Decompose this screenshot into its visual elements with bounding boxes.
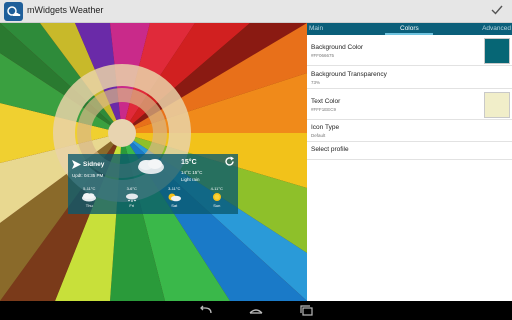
setting-value: Default	[311, 133, 326, 138]
setting-text-color[interactable]: Text Color #FFF1EEC9	[307, 89, 512, 120]
sun-icon	[212, 193, 221, 201]
setting-select-profile[interactable]: Select profile	[307, 142, 512, 160]
app-title: mWidgets Weather	[27, 5, 104, 15]
setting-background-color[interactable]: Background Color #FF066675	[307, 35, 512, 66]
tab-advanced[interactable]: Advanced	[482, 25, 511, 32]
widget-temp-range: 14°C 15°C	[181, 170, 203, 175]
app-logo-icon	[4, 2, 23, 21]
tab-main[interactable]: Main	[309, 25, 323, 32]
setting-icon-type[interactable]: Icon Type Default	[307, 120, 512, 142]
back-icon[interactable]	[198, 305, 214, 316]
setting-title: Background Transparency	[311, 71, 387, 78]
snow-cloud-icon	[125, 193, 138, 202]
setting-title: Text Color	[311, 98, 341, 105]
refresh-icon[interactable]	[224, 156, 235, 167]
check-icon[interactable]	[490, 3, 504, 17]
setting-background-transparency[interactable]: Background Transparency 73%	[307, 67, 512, 89]
action-bar: mWidgets Weather	[0, 0, 512, 23]
location-arrow-icon	[72, 160, 81, 169]
forecast-day-name: Sun	[213, 203, 221, 208]
weather-widget-preview[interactable]: Sidney Updt: 04:35 PM 15°C 14°C 15°C Lig…	[68, 154, 238, 214]
home-icon[interactable]	[248, 305, 264, 316]
forecast-day: 3-11°C Sat	[153, 185, 196, 212]
setting-title: Icon Type	[311, 124, 340, 131]
recent-apps-icon[interactable]	[299, 305, 315, 316]
setting-value: 73%	[311, 80, 321, 85]
setting-title: Background Color	[311, 44, 364, 51]
system-nav-bar	[0, 301, 512, 320]
setting-value: #FF066675	[311, 53, 335, 58]
tab-bar: Main Colors Advanced	[307, 23, 512, 35]
widget-city: Sidney	[83, 161, 105, 168]
settings-panel: Main Colors Advanced Background Color #F…	[307, 23, 512, 301]
forecast-row: 5-11°C Thu 3-6°C Fri 3-11°C Sat 4-11°C S…	[68, 185, 238, 212]
setting-value: #FFF1EEC9	[311, 107, 337, 112]
partly-cloudy-icon	[168, 193, 182, 202]
forecast-day: 5-11°C Thu	[68, 185, 111, 212]
widget-condition: Light rain	[181, 177, 200, 182]
tab-colors[interactable]: Colors	[400, 25, 419, 32]
setting-title: Select profile	[311, 146, 349, 153]
forecast-day: 3-6°C Fri	[111, 185, 154, 212]
text-color-swatch[interactable]	[484, 92, 510, 118]
forecast-day: 4-11°C Sun	[196, 185, 239, 212]
widget-current-temp: 15°C	[181, 159, 197, 166]
forecast-range: 5-11°C	[83, 186, 96, 191]
forecast-range: 3-6°C	[126, 186, 137, 191]
background-color-swatch[interactable]	[484, 38, 510, 64]
cloud-icon	[82, 193, 97, 202]
wallpaper-preview: Sidney Updt: 04:35 PM 15°C 14°C 15°C Lig…	[0, 23, 307, 301]
forecast-range: 4-11°C	[210, 186, 223, 191]
forecast-day-name: Thu	[85, 203, 93, 208]
forecast-day-name: Sat	[171, 203, 178, 208]
light-rain-icon	[138, 159, 164, 174]
widget-updated-time: Updt: 04:35 PM	[72, 173, 104, 178]
forecast-day-name: Fri	[129, 203, 135, 208]
forecast-range: 3-11°C	[168, 186, 181, 191]
